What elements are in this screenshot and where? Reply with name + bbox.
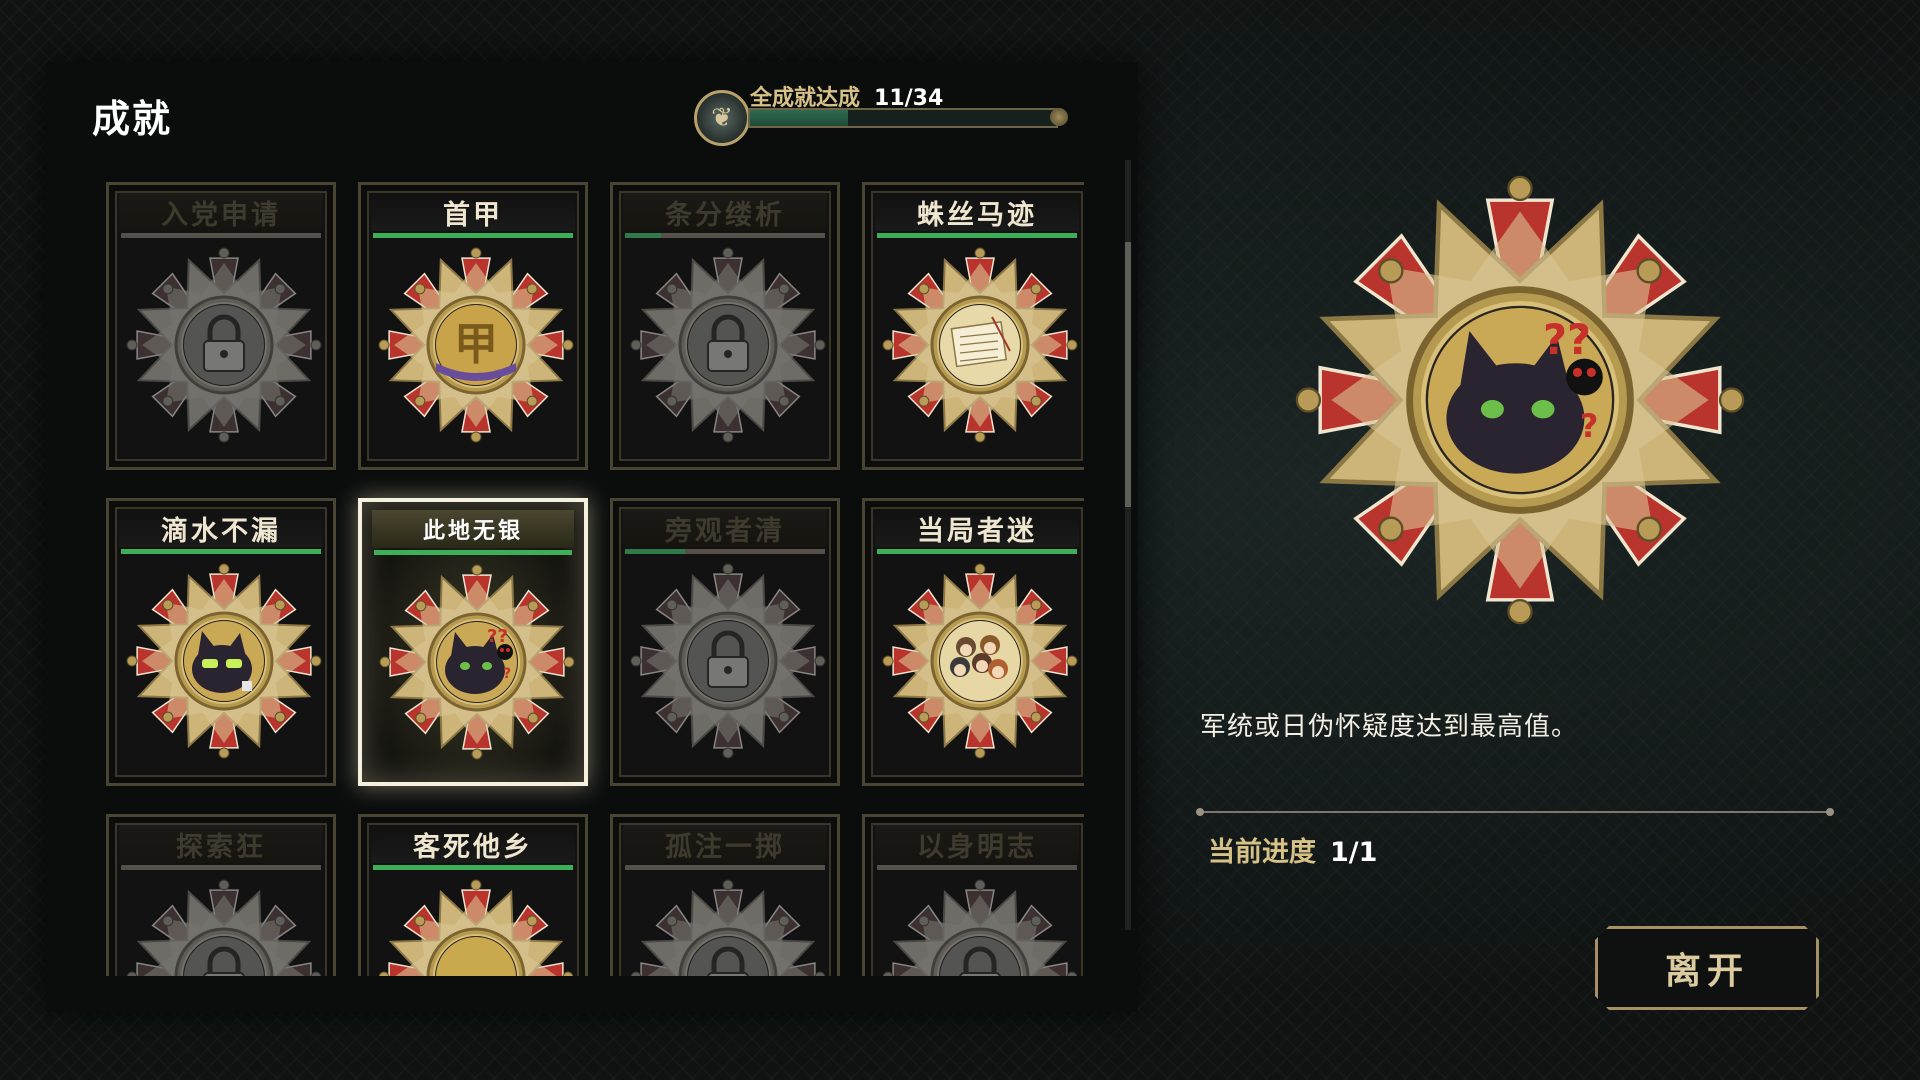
achievement-card[interactable]: 客死他乡 bbox=[358, 814, 588, 976]
lock-icon bbox=[630, 879, 826, 976]
achievement-title: 入党申请 bbox=[119, 193, 323, 231]
confused-black-cat-icon: ??? bbox=[1295, 175, 1745, 625]
achievement-title: 蛛丝马迹 bbox=[875, 193, 1079, 231]
achievement-card[interactable]: 此地无银??? bbox=[358, 498, 588, 786]
progress-bar-cap-icon bbox=[1050, 108, 1068, 126]
achievement-progress-bar bbox=[373, 865, 573, 870]
current-progress-label: 当前进度 bbox=[1208, 837, 1316, 868]
butterfly-emblem-icon: ❦ bbox=[694, 90, 750, 146]
achievement-progress-bar bbox=[877, 233, 1077, 238]
achievement-card[interactable]: 当局者迷 bbox=[862, 498, 1084, 786]
achievement-title: 当局者迷 bbox=[875, 509, 1079, 547]
group-portrait-icon bbox=[882, 563, 1078, 759]
divider bbox=[1196, 808, 1834, 816]
achievement-title: 孤注一掷 bbox=[623, 825, 827, 863]
svg-text:甲: 甲 bbox=[454, 319, 498, 370]
achievement-title: 探索狂 bbox=[119, 825, 323, 863]
page-title: 成就 bbox=[92, 97, 173, 141]
achievement-title: 客死他乡 bbox=[371, 825, 575, 863]
achievement-progress-bar bbox=[374, 550, 572, 555]
current-progress: 当前进度 1/1 bbox=[1208, 830, 1377, 869]
achievement-progress-fill bbox=[374, 550, 572, 555]
achievement-progress-bar bbox=[877, 865, 1077, 870]
achievement-progress-fill bbox=[373, 233, 573, 238]
achievement-title: 以身明志 bbox=[875, 825, 1079, 863]
achievement-grid[interactable]: 入党申请 首甲甲条分缕析 蛛丝马迹 滴水不漏 此地无银??? 旁观者清 当局者迷 探索狂 客死他… bbox=[106, 158, 1084, 976]
overall-progress: ❦ 全成就达成 11/34 bbox=[694, 86, 1074, 146]
achievement-progress-fill bbox=[877, 549, 1077, 554]
confused-black-cat-icon: ??? bbox=[379, 564, 575, 760]
achievement-card[interactable]: 蛛丝马迹 bbox=[862, 182, 1084, 470]
lock-icon bbox=[126, 879, 322, 976]
achievement-progress-bar bbox=[625, 233, 825, 238]
achievement-progress-bar bbox=[625, 865, 825, 870]
svg-text:?: ? bbox=[1580, 407, 1599, 445]
achievement-card[interactable]: 探索狂 bbox=[106, 814, 336, 976]
overall-progress-bar-fill bbox=[750, 110, 848, 126]
achievement-progress-bar bbox=[625, 549, 825, 554]
overall-progress-bar bbox=[748, 108, 1068, 128]
achievement-card[interactable]: 滴水不漏 bbox=[106, 498, 336, 786]
scrollbar-thumb[interactable] bbox=[1125, 242, 1131, 507]
leave-button[interactable]: 离开 bbox=[1595, 926, 1819, 1010]
achievement-title: 旁观者清 bbox=[623, 509, 827, 547]
chrysanthemum-icon bbox=[378, 879, 574, 976]
achievement-card[interactable]: 入党申请 bbox=[106, 182, 336, 470]
achievement-progress-fill bbox=[625, 233, 661, 238]
lock-icon bbox=[630, 563, 826, 759]
newspaper-icon bbox=[882, 247, 1078, 443]
achievement-title: 此地无银 bbox=[372, 510, 574, 548]
achievement-title: 首甲 bbox=[371, 193, 575, 231]
lock-icon bbox=[882, 879, 1078, 976]
achievement-card[interactable]: 首甲甲 bbox=[358, 182, 588, 470]
achievement-card[interactable]: 以身明志 bbox=[862, 814, 1084, 976]
sunglasses-cat-icon bbox=[126, 563, 322, 759]
achievement-progress-bar bbox=[877, 549, 1077, 554]
achievement-card[interactable]: 孤注一掷 bbox=[610, 814, 840, 976]
achievement-progress-fill bbox=[121, 549, 321, 554]
current-progress-value: 1/1 bbox=[1330, 837, 1378, 868]
achievement-card[interactable]: 条分缕析 bbox=[610, 182, 840, 470]
achievement-progress-fill bbox=[373, 865, 573, 870]
achievement-progress-bar bbox=[121, 233, 321, 238]
achievement-title: 条分缕析 bbox=[623, 193, 827, 231]
achievement-progress-fill bbox=[625, 549, 685, 554]
lock-icon bbox=[630, 247, 826, 443]
achievement-progress-bar bbox=[373, 233, 573, 238]
achievement-card[interactable]: 旁观者清 bbox=[610, 498, 840, 786]
svg-text:??: ?? bbox=[1543, 316, 1591, 364]
svg-text:??: ?? bbox=[487, 626, 508, 647]
achievement-progress-fill bbox=[877, 233, 1077, 238]
achievement-progress-bar bbox=[121, 549, 321, 554]
achievement-description: 军统或日伪怀疑度达到最高值。 bbox=[1200, 712, 1579, 742]
svg-text:?: ? bbox=[503, 666, 511, 682]
achievement-progress-bar bbox=[121, 865, 321, 870]
achievement-title: 滴水不漏 bbox=[119, 509, 323, 547]
lock-icon bbox=[126, 247, 322, 443]
jia-character-icon: 甲 bbox=[378, 247, 574, 443]
